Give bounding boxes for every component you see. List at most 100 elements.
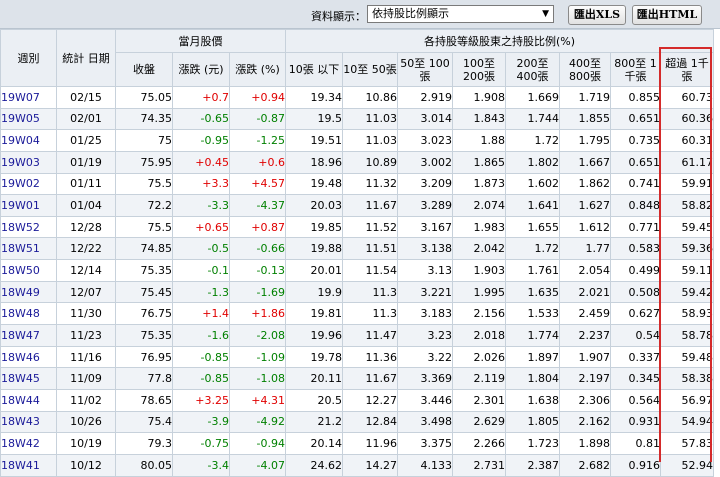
header-holding-2: 10至 50張 bbox=[342, 52, 398, 87]
cell-change: -1.6 bbox=[172, 324, 230, 347]
cell-holding-6: 2.021 bbox=[559, 280, 611, 304]
cell-holding-1: 19.48 bbox=[285, 172, 343, 196]
header-change-pct: 漲跌 (%) bbox=[229, 52, 286, 87]
cell-change: -0.65 bbox=[172, 107, 230, 131]
cell-holding-4: 2.266 bbox=[452, 432, 506, 455]
cell-holding-8: 60.73 bbox=[659, 86, 715, 109]
cell-holding-6: 2.682 bbox=[559, 453, 611, 477]
cell-date: 12/14 bbox=[56, 259, 116, 282]
cell-holding-2: 12.27 bbox=[342, 388, 398, 412]
cell-holding-7: 0.81 bbox=[610, 432, 661, 455]
cell-holding-6: 1.77 bbox=[559, 237, 611, 261]
cell-holding-8: 58.82 bbox=[659, 194, 715, 217]
cell-change: -0.5 bbox=[172, 237, 230, 261]
cell-holding-2: 11.03 bbox=[342, 107, 398, 131]
cell-holding-4: 2.156 bbox=[452, 302, 506, 326]
cell-change-pct: -0.66 bbox=[229, 237, 286, 261]
table-row: 18W49 12/07 75.45 -1.3 -1.69 19.9 11.3 3.221 1.9… bbox=[0, 280, 715, 304]
cell-holding-2: 11.36 bbox=[342, 345, 398, 369]
cell-change: -3.3 bbox=[172, 194, 230, 217]
table-row: 18W41 10/12 80.05 -3.4 -4.07 24.62 14.27 4.133 2… bbox=[0, 453, 715, 477]
cell-change: -0.85 bbox=[172, 367, 230, 390]
cell-holding-4: 2.018 bbox=[452, 324, 506, 347]
cell-holding-3: 3.167 bbox=[397, 215, 453, 239]
cell-change-pct: +0.87 bbox=[229, 215, 286, 239]
cell-holding-6: 2.459 bbox=[559, 302, 611, 326]
cell-holding-4: 2.629 bbox=[452, 410, 506, 434]
cell-change-pct: -0.13 bbox=[229, 259, 286, 282]
cell-holding-3: 2.919 bbox=[397, 86, 453, 109]
cell-holding-8: 59.36 bbox=[659, 237, 715, 261]
cell-date: 12/28 bbox=[56, 215, 116, 239]
cell-change-pct: -4.37 bbox=[229, 194, 286, 217]
cell-holding-7: 0.345 bbox=[610, 367, 661, 390]
cell-date: 11/30 bbox=[56, 302, 116, 326]
table-row: 19W05 02/01 74.35 -0.65 -0.87 19.5 11.03 3.014 1… bbox=[0, 107, 715, 131]
cell-date: 12/07 bbox=[56, 280, 116, 304]
cell-holding-7: 0.741 bbox=[610, 172, 661, 196]
cell-holding-6: 1.719 bbox=[559, 86, 611, 109]
cell-holding-2: 11.3 bbox=[342, 302, 398, 326]
cell-holding-8: 59.42 bbox=[659, 280, 715, 304]
cell-week: 19W04 bbox=[0, 129, 57, 152]
cell-week: 19W05 bbox=[0, 107, 57, 131]
cell-week: 19W02 bbox=[0, 172, 57, 196]
cell-holding-6: 1.855 bbox=[559, 107, 611, 131]
cell-holding-1: 19.5 bbox=[285, 107, 343, 131]
cell-holding-3: 3.446 bbox=[397, 388, 453, 412]
cell-change-pct: +0.6 bbox=[229, 150, 286, 174]
cell-holding-2: 14.27 bbox=[342, 453, 398, 477]
cell-date: 11/02 bbox=[56, 388, 116, 412]
cell-holding-6: 2.237 bbox=[559, 324, 611, 347]
cell-holding-2: 11.54 bbox=[342, 259, 398, 282]
header-holding-6: 400至 800張 bbox=[559, 52, 611, 87]
table-row: 19W03 01/19 75.95 +0.45 +0.6 18.96 10.89 3.002 1… bbox=[0, 150, 715, 174]
cell-holding-1: 18.96 bbox=[285, 150, 343, 174]
cell-close: 78.65 bbox=[115, 388, 173, 412]
cell-holding-5: 1.635 bbox=[505, 280, 560, 304]
cell-holding-4: 2.026 bbox=[452, 345, 506, 369]
cell-holding-5: 1.761 bbox=[505, 259, 560, 282]
cell-change: +3.25 bbox=[172, 388, 230, 412]
cell-holding-3: 3.13 bbox=[397, 259, 453, 282]
cell-holding-3: 3.23 bbox=[397, 324, 453, 347]
table-row: 19W02 01/11 75.5 +3.3 +4.57 19.48 11.32 3.209 1.… bbox=[0, 172, 715, 196]
cell-holding-4: 2.301 bbox=[452, 388, 506, 412]
cell-holding-3: 3.138 bbox=[397, 237, 453, 261]
cell-close: 75.95 bbox=[115, 150, 173, 174]
display-label: 資料顯示： bbox=[311, 10, 366, 23]
cell-holding-8: 61.17 bbox=[659, 150, 715, 174]
cell-holding-1: 20.5 bbox=[285, 388, 343, 412]
cell-holding-1: 21.2 bbox=[285, 410, 343, 434]
cell-holding-4: 2.042 bbox=[452, 237, 506, 261]
display-mode-select[interactable]: 依持股比例顯示 ▼ bbox=[367, 5, 554, 23]
header-week: 週別 bbox=[0, 29, 57, 87]
cell-close: 74.85 bbox=[115, 237, 173, 261]
cell-date: 01/11 bbox=[56, 172, 116, 196]
cell-holding-3: 3.22 bbox=[397, 345, 453, 369]
cell-holding-2: 11.47 bbox=[342, 324, 398, 347]
export-xls-button[interactable]: 匯出XLS bbox=[568, 5, 626, 25]
cell-change: +1.4 bbox=[172, 302, 230, 326]
cell-holding-6: 2.054 bbox=[559, 259, 611, 282]
cell-holding-4: 1.903 bbox=[452, 259, 506, 282]
cell-holding-3: 3.183 bbox=[397, 302, 453, 326]
cell-holding-4: 2.074 bbox=[452, 194, 506, 217]
cell-change-pct: +4.31 bbox=[229, 388, 286, 412]
cell-change-pct: -1.69 bbox=[229, 280, 286, 304]
cell-change-pct: +4.57 bbox=[229, 172, 286, 196]
cell-holding-3: 3.209 bbox=[397, 172, 453, 196]
cell-holding-2: 11.67 bbox=[342, 367, 398, 390]
cell-holding-5: 1.638 bbox=[505, 388, 560, 412]
table-row: 18W50 12/14 75.35 -0.1 -0.13 20.01 11.54 3.13 1.… bbox=[0, 259, 715, 282]
cell-holding-3: 3.023 bbox=[397, 129, 453, 152]
cell-change: -0.1 bbox=[172, 259, 230, 282]
cell-holding-7: 0.627 bbox=[610, 302, 661, 326]
cell-close: 75.45 bbox=[115, 280, 173, 304]
cell-close: 75 bbox=[115, 129, 173, 152]
table-row: 19W07 02/15 75.05 +0.7 +0.94 19.34 10.86 2.919 1… bbox=[0, 86, 715, 109]
cell-holding-8: 52.94 bbox=[659, 453, 715, 477]
export-html-button[interactable]: 匯出HTML bbox=[632, 5, 702, 25]
cell-holding-7: 0.931 bbox=[610, 410, 661, 434]
cell-holding-4: 1.88 bbox=[452, 129, 506, 152]
